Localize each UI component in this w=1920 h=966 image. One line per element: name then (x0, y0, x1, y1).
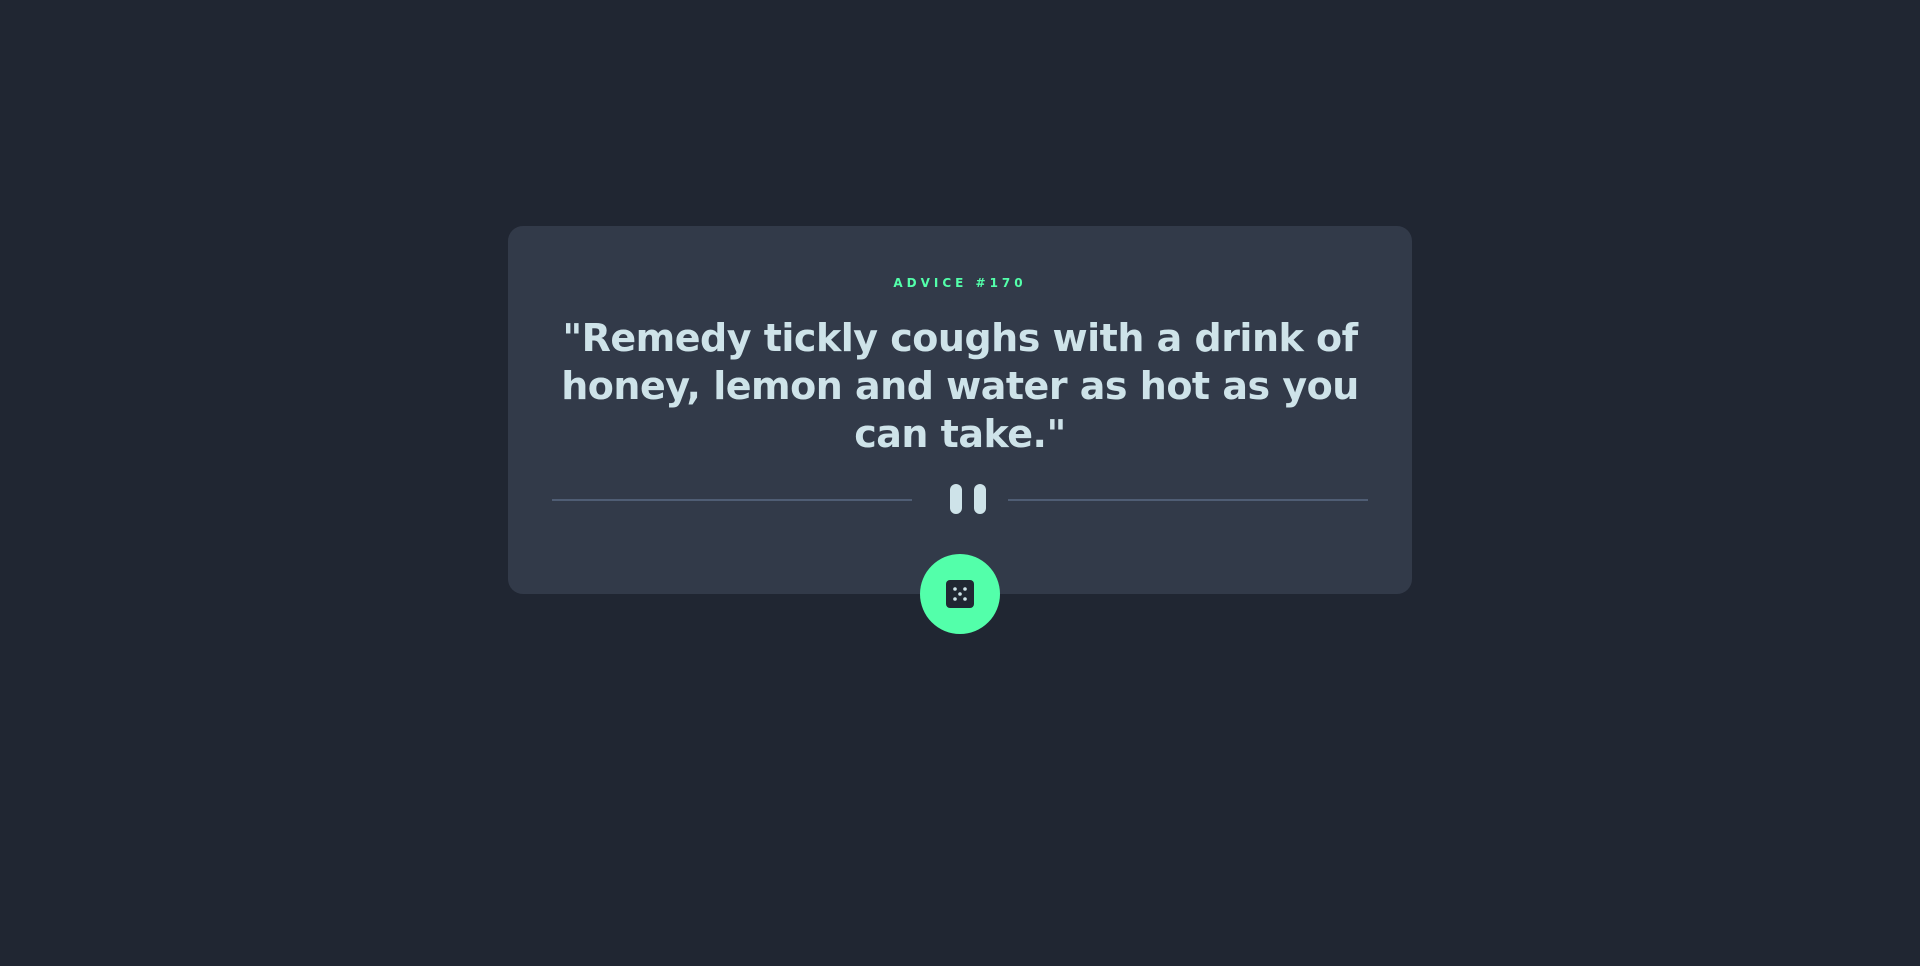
advice-card: ADVICE #170 "Remedy tickly coughs with a… (508, 226, 1412, 594)
pause-icon (948, 484, 988, 514)
divider-line-right (1008, 499, 1368, 501)
pause-bar-left (950, 484, 962, 514)
advice-id: ADVICE #170 (893, 276, 1027, 290)
divider-line-left (552, 499, 912, 501)
new-advice-button[interactable] (920, 554, 1000, 634)
pause-bar-right (974, 484, 986, 514)
divider (552, 484, 1368, 514)
advice-quote: "Remedy tickly coughs with a drink of ho… (561, 316, 1359, 456)
dice-icon (946, 580, 974, 608)
